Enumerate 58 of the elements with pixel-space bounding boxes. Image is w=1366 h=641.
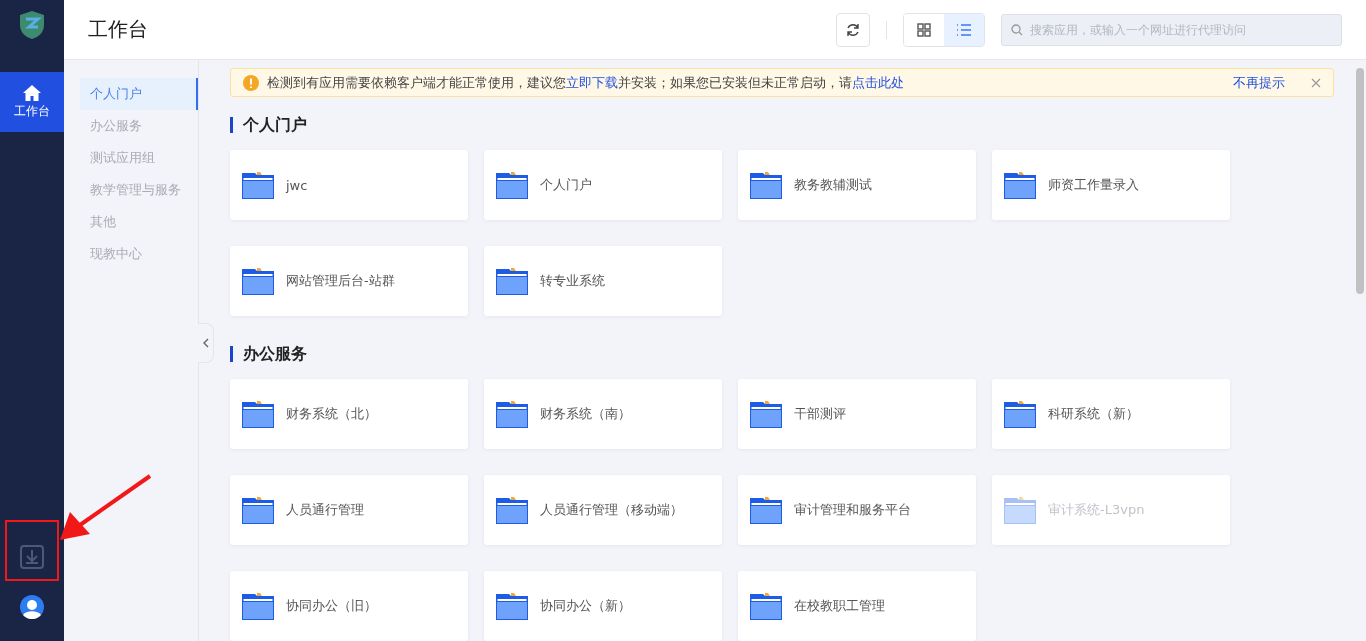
app-card[interactable]: 人员通行管理（移动端） [484,475,722,545]
refresh-icon [846,22,860,37]
search-icon [1011,23,1023,36]
app-name: 教务教辅测试 [794,176,872,194]
warning-icon [243,74,259,91]
app-name: 人员通行管理（移动端） [540,501,683,519]
avatar-icon[interactable] [20,595,44,619]
nav-item[interactable]: 工作台 [0,72,64,132]
app-card[interactable]: 审计管理和服务平台 [738,475,976,545]
app-name: 人员通行管理 [286,501,364,519]
view-toggle-button[interactable] [944,13,984,46]
app-name: 财务系统（北） [286,405,377,423]
download-link[interactable]: 立即下载 [566,74,618,90]
section-heading: 个人门户 [230,117,1342,133]
collapse-button[interactable] [198,323,214,363]
app-name: 协同办公（旧） [286,597,377,615]
app-name: jwc [286,177,308,193]
home-icon [23,84,41,101]
scrollbar[interactable] [1356,68,1364,294]
list-icon [956,22,972,37]
app-card[interactable]: 教务教辅测试 [738,150,976,220]
app-name: 网站管理后台-站群 [286,272,395,290]
chevron-left-icon [202,338,209,348]
app-name: 在校教职工管理 [794,597,885,615]
app-card[interactable]: 科研系统（新） [992,379,1230,449]
app-card[interactable]: 网站管理后台-站群 [230,246,468,316]
click-here-link[interactable]: 点击此处 [852,74,904,90]
dismiss-link[interactable]: 不再提示 [1233,73,1285,92]
app-card[interactable]: jwc [230,150,468,220]
app-name: 干部测评 [794,405,846,423]
close-icon[interactable] [1311,77,1321,88]
app-card[interactable]: 师资工作量录入 [992,150,1230,220]
logo-icon [18,10,46,40]
app-card[interactable]: 协同办公（旧） [230,571,468,641]
app-name: 个人门户 [540,176,592,194]
app-card[interactable]: 协同办公（新） [484,571,722,641]
app-card[interactable]: 转专业系统 [484,246,722,316]
app-name: 协同办公（新） [540,597,631,615]
app-name: 科研系统（新） [1048,405,1139,423]
app-card[interactable]: 财务系统（北） [230,379,468,449]
category-item[interactable]: 个人门户 [80,78,198,110]
app-name: 师资工作量录入 [1048,176,1139,194]
alert-message: 检测到有应用需要依赖客户端才能正常使用，建议您立即下载并安装；如果您已安装但未正常启动，请点击此处 [267,73,905,92]
grid-icon [917,22,931,37]
app-name: 财务系统（南） [540,405,631,423]
page-title: 工作台 [88,16,149,43]
refresh-button[interactable] [836,12,870,47]
section-heading: 办公服务 [230,346,1342,362]
app-name: 审计管理和服务平台 [794,501,911,519]
app-card[interactable]: 财务系统（南） [484,379,722,449]
app-name: 审计系统-L3vpn [1048,501,1145,519]
app-card[interactable]: 人员通行管理 [230,475,468,545]
app-card[interactable]: 干部测评 [738,379,976,449]
app-card[interactable]: 个人门户 [484,150,722,220]
highlight-frame [5,520,59,581]
app-card[interactable]: 在校教职工管理 [738,571,976,641]
download-icon[interactable] [20,545,44,569]
app-name: 转专业系统 [540,272,605,290]
